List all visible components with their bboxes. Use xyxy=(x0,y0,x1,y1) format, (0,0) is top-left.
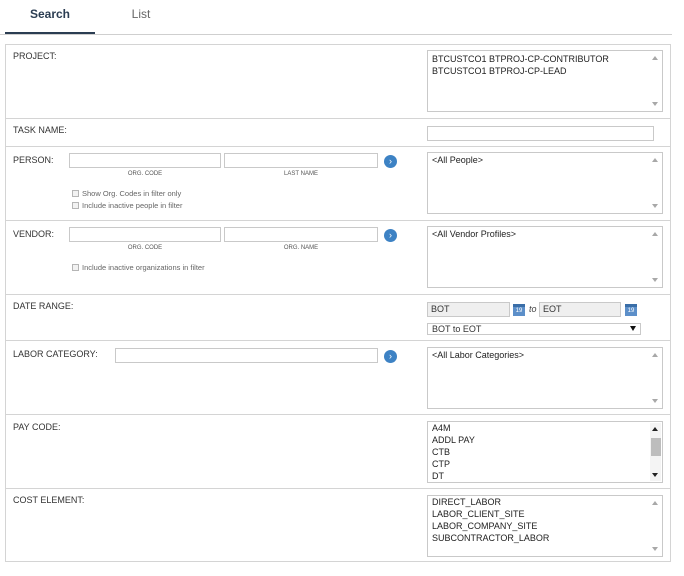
scroll-up-icon[interactable] xyxy=(652,501,658,505)
pay-code-row: PAY CODE: A4M ADDL PAY CTB CTP DT xyxy=(6,415,670,489)
list-item[interactable]: <All Vendor Profiles> xyxy=(428,228,662,240)
list-item[interactable]: LABOR_CLIENT_SITE xyxy=(428,508,662,520)
scroll-up-icon[interactable] xyxy=(652,232,658,236)
org-name-caption: ORG. NAME xyxy=(283,245,319,251)
task-name-label: TASK NAME: xyxy=(13,125,67,135)
cost-element-list[interactable]: DIRECT_LABOR LABOR_CLIENT_SITE LABOR_COM… xyxy=(427,495,663,557)
project-label: PROJECT: xyxy=(13,51,57,61)
scroll-up-icon[interactable] xyxy=(652,353,658,357)
list-item[interactable]: SUBCONTRACTOR_LABOR xyxy=(428,532,662,544)
labor-category-row: LABOR CATEGORY: › <All Labor Categories> xyxy=(6,341,670,415)
tab-search[interactable]: Search xyxy=(5,0,95,34)
cost-element-label: COST ELEMENT: xyxy=(13,495,85,505)
list-item[interactable]: DT xyxy=(428,470,662,482)
checkbox-icon[interactable] xyxy=(72,264,79,271)
last-name-caption: LAST NAME xyxy=(284,171,318,177)
pay-code-label: PAY CODE: xyxy=(13,422,61,432)
person-last-name-input[interactable] xyxy=(224,153,378,168)
vendor-go-button[interactable]: › xyxy=(384,229,397,242)
task-name-row: TASK NAME: xyxy=(6,119,670,147)
pay-code-list[interactable]: A4M ADDL PAY CTB CTP DT xyxy=(427,421,663,483)
calendar-icon[interactable]: 19 xyxy=(625,304,637,316)
list-item[interactable]: LABOR_COMPANY_SITE xyxy=(428,520,662,532)
list-item[interactable]: ADDL PAY xyxy=(428,434,662,446)
scroll-down-icon[interactable] xyxy=(652,204,658,208)
list-item[interactable]: A4M xyxy=(428,422,662,434)
arrow-right-icon: › xyxy=(389,230,392,240)
chevron-down-icon[interactable] xyxy=(630,326,636,331)
calendar-icon[interactable]: 19 xyxy=(513,304,525,316)
scroll-up-icon[interactable] xyxy=(652,158,658,162)
vendor-row: VENDOR: ORG. CODE ORG. NAME › Include in… xyxy=(6,221,670,295)
scrollbar[interactable] xyxy=(650,52,661,110)
vendor-list[interactable]: <All Vendor Profiles> xyxy=(427,226,663,288)
arrow-right-icon: › xyxy=(389,156,392,166)
project-row: PROJECT: BTCUSTCO1 BTPROJ-CP-CONTRIBUTOR… xyxy=(6,45,670,119)
scroll-down-icon[interactable] xyxy=(652,399,658,403)
checkbox-icon[interactable] xyxy=(72,190,79,197)
vendor-org-code-input[interactable] xyxy=(69,227,221,242)
date-to-input[interactable]: EOT xyxy=(539,302,621,317)
list-item[interactable]: BTCUSTCO1 BTPROJ-CP-CONTRIBUTOR xyxy=(428,53,662,65)
scroll-thumb[interactable] xyxy=(651,438,661,456)
vendor-org-name-input[interactable] xyxy=(224,227,378,242)
project-list[interactable]: BTCUSTCO1 BTPROJ-CP-CONTRIBUTOR BTCUSTCO… xyxy=(427,50,663,112)
scrollbar[interactable] xyxy=(650,423,661,481)
list-item[interactable]: <All Labor Categories> xyxy=(428,349,662,361)
person-list[interactable]: <All People> xyxy=(427,152,663,214)
scroll-down-icon[interactable] xyxy=(652,473,658,477)
show-org-codes-checkbox[interactable]: Show Org. Codes in filter only xyxy=(72,189,181,198)
task-name-input[interactable] xyxy=(427,126,654,141)
list-item[interactable]: BTCUSTCO1 BTPROJ-CP-LEAD xyxy=(428,65,662,77)
scroll-down-icon[interactable] xyxy=(652,102,658,106)
list-item[interactable]: <All People> xyxy=(428,154,662,166)
checkbox-icon[interactable] xyxy=(72,202,79,209)
date-from-input[interactable]: BOT xyxy=(427,302,510,317)
scroll-up-icon[interactable] xyxy=(652,56,658,60)
vendor-label: VENDOR: xyxy=(13,229,55,239)
list-item[interactable]: DIRECT_LABOR xyxy=(428,496,662,508)
labor-category-go-button[interactable]: › xyxy=(384,350,397,363)
date-to-word: to xyxy=(529,304,537,314)
cost-element-row: COST ELEMENT: DIRECT_LABOR LABOR_CLIENT_… xyxy=(6,489,670,561)
date-range-row: DATE RANGE: BOT 19 to EOT 19 BOT to EOT xyxy=(6,295,670,341)
org-code-caption: ORG. CODE xyxy=(127,171,163,177)
tab-list[interactable]: List xyxy=(96,0,186,34)
arrow-right-icon: › xyxy=(389,351,392,361)
date-range-label: DATE RANGE: xyxy=(13,301,74,311)
scroll-down-icon[interactable] xyxy=(652,278,658,282)
person-row: PERSON: ORG. CODE LAST NAME › Show Org. … xyxy=(6,147,670,221)
include-inactive-people-checkbox[interactable]: Include inactive people in filter xyxy=(72,201,182,210)
scrollbar[interactable] xyxy=(650,349,661,407)
list-item[interactable]: CTB xyxy=(428,446,662,458)
search-form: PROJECT: BTCUSTCO1 BTPROJ-CP-CONTRIBUTOR… xyxy=(5,44,671,562)
org-code-caption: ORG. CODE xyxy=(127,245,163,251)
person-org-code-input[interactable] xyxy=(69,153,221,168)
tab-bar: Search List xyxy=(0,0,672,35)
date-preset-select[interactable]: BOT to EOT xyxy=(427,323,641,335)
labor-category-list[interactable]: <All Labor Categories> xyxy=(427,347,663,409)
scrollbar[interactable] xyxy=(650,154,661,212)
scroll-up-icon[interactable] xyxy=(652,427,658,431)
include-inactive-orgs-checkbox[interactable]: Include inactive organizations in filter xyxy=(72,263,205,272)
person-label: PERSON: xyxy=(13,155,54,165)
person-go-button[interactable]: › xyxy=(384,155,397,168)
scrollbar[interactable] xyxy=(650,228,661,286)
labor-category-label: LABOR CATEGORY: xyxy=(13,349,98,359)
labor-category-input[interactable] xyxy=(115,348,378,363)
list-item[interactable]: CTP xyxy=(428,458,662,470)
scroll-down-icon[interactable] xyxy=(652,547,658,551)
scrollbar[interactable] xyxy=(650,497,661,555)
